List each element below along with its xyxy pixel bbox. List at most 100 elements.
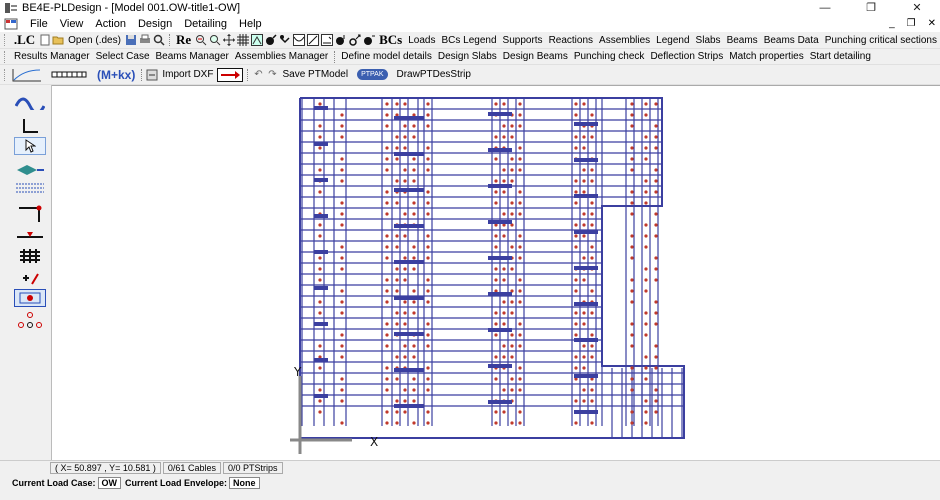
- new-file-icon[interactable]: [39, 34, 50, 46]
- mdi-minimize-button[interactable]: _: [889, 16, 895, 32]
- beams-data-button[interactable]: Beams Data: [761, 35, 822, 46]
- nodes-tool-icon[interactable]: [14, 311, 46, 329]
- close-button[interactable]: ✕: [894, 0, 940, 16]
- column-node: [590, 311, 594, 315]
- grid-icon[interactable]: [237, 34, 250, 46]
- column-node: [630, 201, 634, 205]
- punching-check-button[interactable]: Punching check: [571, 51, 648, 62]
- save-icon[interactable]: [125, 34, 137, 46]
- print-icon[interactable]: [139, 34, 151, 46]
- zoom-icon[interactable]: [153, 34, 165, 46]
- save-ptmodel-button[interactable]: Save PTModel: [279, 69, 351, 80]
- results-manager-button[interactable]: Results Manager: [11, 51, 93, 62]
- tendon-icon[interactable]: [265, 34, 277, 46]
- load-case-value[interactable]: OW: [97, 476, 122, 489]
- add-point-tool-icon[interactable]: [14, 269, 46, 287]
- export-arrow-icon[interactable]: [217, 67, 244, 82]
- column-node: [395, 410, 399, 414]
- snap-icon[interactable]: [251, 34, 264, 46]
- select-pointer-icon[interactable]: [14, 137, 46, 155]
- regenerate-button[interactable]: Re: [173, 32, 194, 48]
- redo-icon[interactable]: ↷: [266, 69, 278, 81]
- strip-tool-icon[interactable]: [14, 179, 46, 197]
- assemblies-manager-button[interactable]: Assemblies Manager: [232, 51, 331, 62]
- beam-segment: [394, 332, 424, 336]
- select-case-button[interactable]: Select Case: [93, 51, 153, 62]
- load-dist-icon[interactable]: [363, 34, 376, 46]
- beams-manager-button[interactable]: Beams Manager: [153, 51, 232, 62]
- beams-button[interactable]: Beams: [724, 35, 761, 46]
- menu-action[interactable]: Action: [89, 18, 132, 30]
- punching-sections-button[interactable]: Punching critical sections: [822, 35, 940, 46]
- mdi-close-button[interactable]: ✕: [928, 16, 936, 32]
- document-icon[interactable]: [4, 18, 18, 30]
- match-properties-button[interactable]: Match properties: [726, 51, 806, 62]
- beam-segment: [574, 230, 598, 234]
- supports-button[interactable]: Supports: [500, 35, 546, 46]
- undo-icon[interactable]: ↶: [252, 69, 264, 81]
- menu-design[interactable]: Design: [132, 18, 178, 30]
- menu-help[interactable]: Help: [233, 18, 268, 30]
- slab-tool-icon[interactable]: [14, 161, 46, 179]
- draw-pt-strip-button[interactable]: DrawPTDesStrip: [394, 69, 474, 80]
- menu-detailing[interactable]: Detailing: [178, 18, 233, 30]
- cable-profile-icon[interactable]: [293, 34, 306, 46]
- corner-tool-icon[interactable]: [14, 117, 46, 135]
- menu-view[interactable]: View: [54, 18, 90, 30]
- loads-button[interactable]: Loads: [405, 35, 438, 46]
- curve-chart-icon[interactable]: [12, 68, 42, 81]
- slab-plan-drawing[interactable]: XY: [52, 86, 940, 461]
- load-envelope-value[interactable]: None: [229, 476, 260, 489]
- import-dxf-button[interactable]: Import DXF: [159, 69, 216, 80]
- column-node: [630, 366, 634, 370]
- zoom-window-icon[interactable]: [195, 34, 207, 46]
- moment-formula-button[interactable]: (M+kx): [94, 68, 138, 82]
- toolbar-grip[interactable]: [4, 68, 7, 81]
- column-node: [385, 410, 389, 414]
- cable-profile-tool-icon[interactable]: [14, 93, 46, 111]
- column-node: [502, 344, 506, 348]
- cable-dim-icon[interactable]: [321, 34, 334, 46]
- column-node: [412, 388, 416, 392]
- column-node: [340, 355, 344, 359]
- select-region-tool-icon[interactable]: [14, 289, 46, 307]
- design-slabs-button[interactable]: Design Slabs: [435, 51, 500, 62]
- deflection-strips-button[interactable]: Deflection Strips: [647, 51, 726, 62]
- mdi-restore-button[interactable]: ❐: [907, 16, 916, 32]
- cable-edit-icon[interactable]: [307, 34, 320, 46]
- bcs-button[interactable]: BCs: [376, 32, 405, 48]
- column-tool-icon[interactable]: [14, 205, 46, 223]
- open-des-button[interactable]: Open (.des): [65, 35, 124, 46]
- drawing-canvas[interactable]: XY: [52, 85, 940, 460]
- menu-file[interactable]: File: [24, 18, 54, 30]
- anchor-icon[interactable]: [279, 34, 291, 46]
- load-case-button[interactable]: .LC: [11, 32, 38, 48]
- define-model-details-button[interactable]: Define model details: [338, 51, 435, 62]
- start-detailing-button[interactable]: Start detailing: [807, 51, 874, 62]
- assemblies-button[interactable]: Assemblies: [596, 35, 653, 46]
- legend-button[interactable]: Legend: [653, 35, 692, 46]
- ptpak-button[interactable]: PTPAK: [357, 69, 388, 80]
- column-node: [502, 355, 506, 359]
- maximize-button[interactable]: ❐: [848, 0, 894, 16]
- column-node: [574, 234, 578, 238]
- strip-icon[interactable]: [51, 69, 87, 81]
- column-node: [502, 311, 506, 315]
- import-dxf-icon[interactable]: [146, 69, 158, 81]
- support-tool-icon[interactable]: [14, 227, 46, 245]
- bcs-legend-button[interactable]: BCs Legend: [438, 35, 499, 46]
- mesh-tool-icon[interactable]: [14, 247, 46, 265]
- design-beams-button[interactable]: Design Beams: [500, 51, 571, 62]
- pan-icon[interactable]: [223, 34, 236, 46]
- minimize-button[interactable]: —: [802, 0, 848, 16]
- open-folder-icon[interactable]: [52, 34, 64, 46]
- beam-segment: [394, 188, 424, 192]
- reactions-button[interactable]: Reactions: [546, 35, 596, 46]
- column-node: [340, 333, 344, 337]
- toolbar-grip[interactable]: [4, 50, 7, 63]
- zoom-extents-icon[interactable]: [209, 34, 221, 46]
- slabs-button[interactable]: Slabs: [693, 35, 724, 46]
- load-arrow-icon[interactable]: [349, 34, 361, 46]
- load-point-icon[interactable]: [335, 34, 347, 46]
- toolbar-grip[interactable]: [4, 34, 7, 46]
